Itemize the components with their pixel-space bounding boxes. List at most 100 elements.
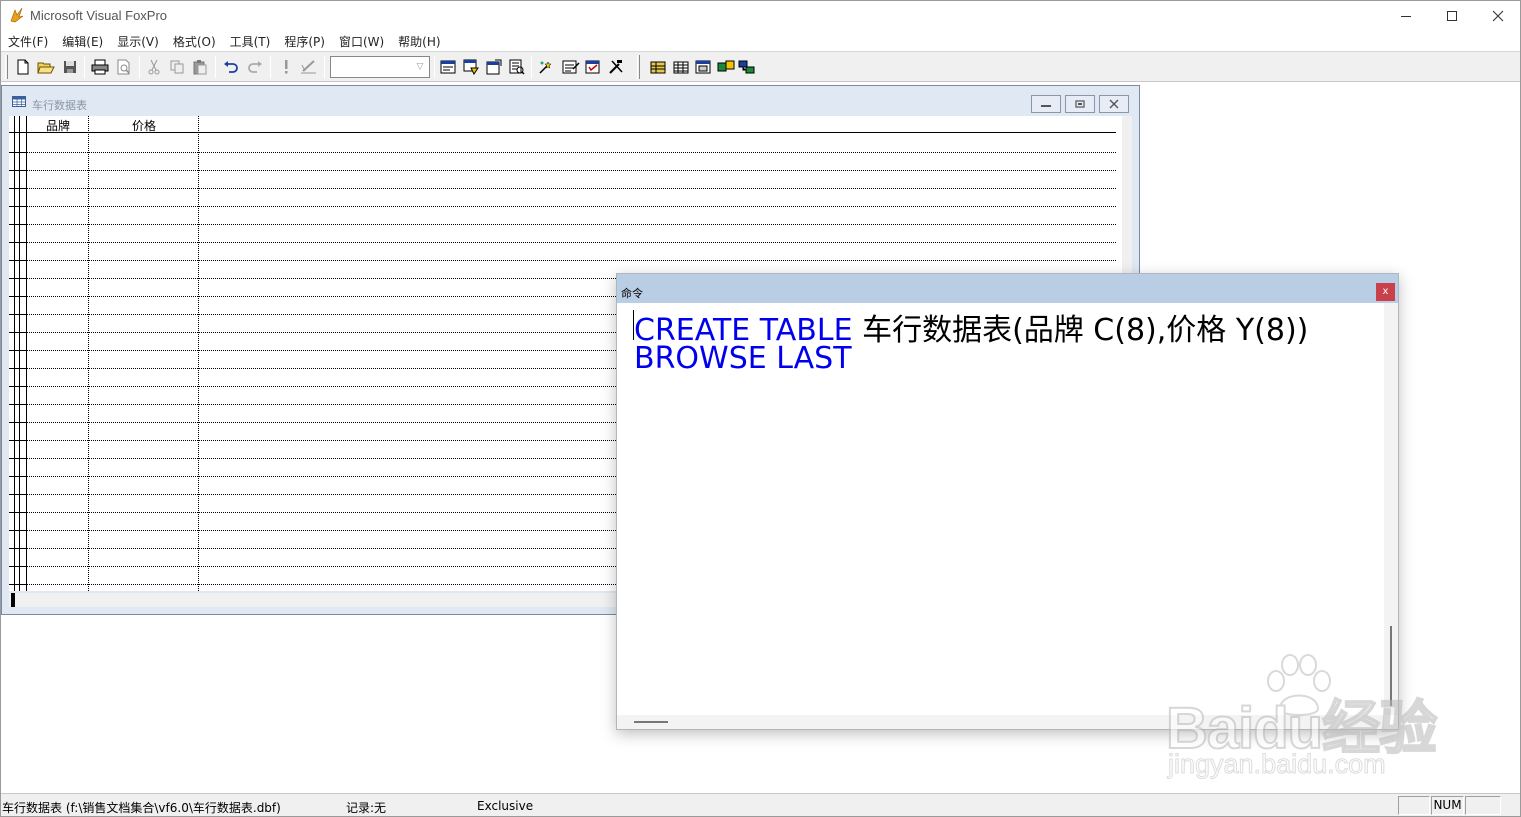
undo-button[interactable] [221, 57, 241, 77]
command-window[interactable]: 命令 x CREATE TABLE 车行数据表(品牌 C(8),价格 Y(8))… [616, 273, 1399, 730]
command-horizontal-scrollbar[interactable] [617, 715, 1384, 729]
record-selector[interactable] [9, 422, 27, 423]
menu-program[interactable]: 程序(P) [284, 31, 325, 51]
paste-icon [193, 60, 207, 75]
record-selector[interactable] [9, 494, 27, 495]
record-selector[interactable] [9, 152, 27, 153]
browse-window-titlebar[interactable]: 车行数据表 [2, 86, 1139, 114]
view-window-button[interactable] [461, 57, 481, 77]
table-row[interactable] [9, 188, 1116, 189]
report-wizard-button[interactable] [561, 57, 581, 77]
record-selector[interactable] [9, 584, 27, 585]
menu-help[interactable]: 帮助(H) [398, 31, 440, 51]
database-button[interactable] [648, 57, 668, 77]
print-button[interactable] [90, 57, 110, 77]
menu-edit[interactable]: 编辑(E) [62, 31, 103, 51]
database-combo[interactable]: ▽ [330, 56, 430, 78]
record-selector[interactable] [9, 530, 27, 531]
command-editor[interactable]: CREATE TABLE 车行数据表(品牌 C(8),价格 Y(8)) BROW… [617, 303, 1398, 729]
record-selector[interactable] [9, 314, 27, 315]
maximize-button[interactable] [1429, 1, 1475, 31]
column-header-brand[interactable]: 品牌 [27, 117, 89, 134]
query-button[interactable] [716, 57, 736, 77]
column-header-price[interactable]: 价格 [89, 117, 199, 134]
record-selector[interactable] [9, 260, 27, 261]
menu-tools[interactable]: 工具(T) [230, 31, 271, 51]
tools-button[interactable] [607, 57, 627, 77]
record-selector[interactable] [9, 332, 27, 333]
record-selector[interactable] [9, 566, 27, 567]
minimize-button[interactable] [1383, 1, 1429, 31]
command-window-button[interactable] [438, 57, 458, 77]
code-window-button[interactable] [507, 57, 527, 77]
minimize-icon [1041, 105, 1051, 107]
record-selector[interactable] [9, 548, 27, 549]
close-button[interactable] [1475, 1, 1521, 31]
browse-minimize-button[interactable] [1031, 95, 1061, 113]
table-button[interactable] [671, 57, 691, 77]
new-button[interactable] [13, 57, 33, 77]
menu-format[interactable]: 格式(O) [173, 31, 216, 51]
paste-button[interactable] [190, 57, 210, 77]
redo-button[interactable] [245, 57, 265, 77]
record-selector[interactable] [9, 458, 27, 459]
record-selector[interactable] [9, 368, 27, 369]
command-line-2[interactable]: BROWSE LAST [634, 341, 852, 376]
record-selector[interactable] [9, 224, 27, 225]
toolbar-separator [434, 56, 435, 78]
record-selector[interactable] [9, 188, 27, 189]
record-selector[interactable] [9, 404, 27, 405]
record-selector[interactable] [9, 206, 27, 207]
record-selector[interactable] [9, 386, 27, 387]
partition-splitter[interactable] [11, 593, 15, 607]
scrollbar-thumb[interactable] [634, 721, 668, 723]
run-button[interactable] [276, 57, 296, 77]
standard-toolbar: ▽ [1, 51, 1520, 82]
menu-view[interactable]: 显示(V) [117, 31, 159, 51]
connection-icon [738, 60, 755, 74]
table-row[interactable] [9, 242, 1116, 243]
connection-button[interactable] [737, 57, 757, 77]
status-table-path: 车行数据表 (f:\销售文档集合\vf6.0\车行数据表.dbf) [2, 801, 281, 815]
scrollbar-thumb[interactable] [1390, 626, 1392, 706]
record-selector[interactable] [9, 170, 27, 171]
table-row[interactable] [9, 224, 1116, 225]
command-vertical-scrollbar[interactable] [1384, 303, 1398, 715]
toolbar-grip[interactable] [637, 55, 640, 79]
table-row[interactable] [9, 206, 1116, 207]
record-selector[interactable] [9, 512, 27, 513]
form-wizard-button[interactable] [537, 57, 557, 77]
menu-file[interactable]: 文件(F) [8, 31, 48, 51]
chevron-down-icon[interactable]: ▽ [413, 60, 427, 74]
toolbar-separator [324, 56, 325, 78]
table-icon [12, 96, 26, 107]
table-row[interactable] [9, 152, 1116, 153]
open-folder-icon [37, 62, 55, 74]
print-preview-button[interactable] [114, 57, 134, 77]
report-wizard-icon [562, 60, 580, 74]
command-window-close-button[interactable]: x [1376, 283, 1395, 301]
properties-button[interactable] [484, 57, 504, 77]
copy-button[interactable] [167, 57, 187, 77]
record-selector[interactable] [9, 278, 27, 279]
modify-icon [301, 60, 316, 74]
open-button[interactable] [36, 57, 56, 77]
browse-restore-button[interactable] [1065, 95, 1095, 113]
table-row[interactable] [9, 170, 1116, 171]
auto-form-button[interactable] [584, 57, 604, 77]
run-exclamation-icon [285, 60, 288, 74]
save-button[interactable] [60, 57, 80, 77]
record-selector[interactable] [9, 296, 27, 297]
menu-window[interactable]: 窗口(W) [339, 31, 384, 51]
record-selector[interactable] [9, 242, 27, 243]
record-selector[interactable] [9, 440, 27, 441]
command-window-titlebar[interactable]: 命令 x [617, 274, 1398, 303]
record-selector[interactable] [9, 350, 27, 351]
cut-button[interactable] [144, 57, 164, 77]
modify-form-button[interactable] [299, 57, 319, 77]
table-row[interactable] [9, 260, 1116, 261]
form-button[interactable] [693, 57, 713, 77]
browse-close-button[interactable] [1099, 95, 1129, 113]
toolbar-grip[interactable] [5, 55, 8, 79]
record-selector[interactable] [9, 476, 27, 477]
